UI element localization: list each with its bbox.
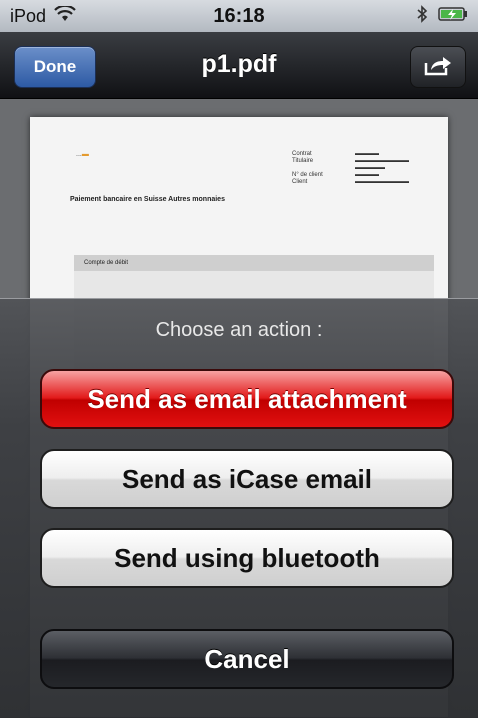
document-table-header: Compte de débit <box>74 255 434 271</box>
send-email-attachment-button[interactable]: Send as email attachment <box>40 369 454 429</box>
share-arrow-icon <box>423 53 453 82</box>
status-bar: iPod 16:18 <box>0 0 478 32</box>
document-heading: Paiement bancaire en Suisse Autres monna… <box>70 196 225 203</box>
document-client-values: ▬▬▬▬ ▬▬▬▬▬▬▬▬▬ ▬▬▬▬▬ ▬▬▬▬ ▬▬▬▬▬▬▬▬▬ <box>355 151 409 185</box>
action-sheet: Choose an action : Send as email attachm… <box>0 298 478 718</box>
navigation-bar: Done p1.pdf <box>0 32 478 99</box>
cancel-button[interactable]: Cancel <box>40 629 454 689</box>
bluetooth-icon <box>416 4 428 28</box>
document-logo: ...▬ <box>76 151 89 158</box>
carrier-label: iPod <box>10 5 47 26</box>
battery-charging-icon <box>438 6 468 27</box>
send-icase-email-button[interactable]: Send as iCase email <box>40 449 454 509</box>
send-bluetooth-button[interactable]: Send using bluetooth <box>40 528 454 588</box>
share-button[interactable] <box>410 46 466 88</box>
status-left: iPod <box>10 4 76 27</box>
status-right <box>416 4 468 28</box>
document-client-labels: Contrat Titulaire N° de client Client <box>292 151 323 185</box>
page-title: p1.pdf <box>201 50 277 78</box>
action-sheet-title: Choose an action : <box>155 319 323 341</box>
wifi-icon <box>54 4 76 27</box>
